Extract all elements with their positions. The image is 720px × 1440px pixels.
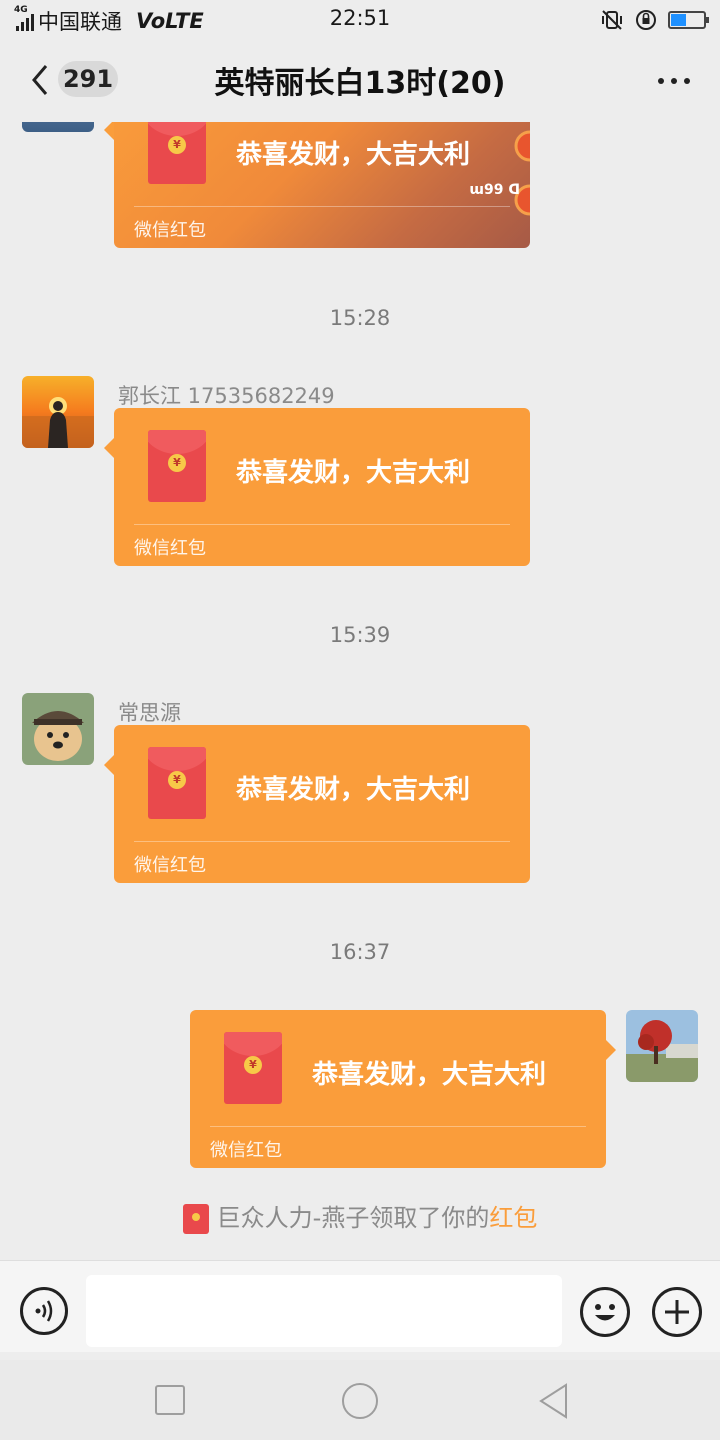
packet-wish: 恭喜发财，大吉大利: [236, 140, 471, 170]
cover-brand-mark: ɯ99 ᗡ: [469, 182, 520, 198]
packet-label: 微信红包: [210, 1140, 282, 1161]
vibrate-off-icon: [602, 10, 622, 30]
rotation-lock-icon: [636, 10, 656, 30]
battery-level: [671, 14, 687, 26]
input-bar: [0, 1260, 720, 1352]
sunset-avatar-icon: [22, 376, 94, 448]
timestamp: 15:28: [329, 306, 391, 330]
packet-wish: 恭喜发财，大吉大利: [236, 458, 471, 488]
timestamp: 16:37: [329, 940, 391, 964]
timestamp: 15:39: [329, 623, 391, 647]
divider: [134, 206, 510, 207]
recents-icon[interactable]: [155, 1385, 185, 1415]
packet-label: 微信红包: [134, 220, 206, 241]
packet-wish: 恭喜发财，大吉大利: [236, 775, 471, 805]
sender-name: 常思源: [118, 701, 181, 725]
red-envelope-icon: ¥: [148, 430, 206, 502]
chat-header: 291 英特丽长白13时(20): [0, 38, 720, 122]
cover-decoration-icon: [514, 130, 530, 216]
tree-avatar-icon: [626, 1010, 698, 1082]
page-title: 英特丽长白13时(20): [214, 66, 506, 101]
avatar[interactable]: [22, 693, 94, 765]
message-list[interactable]: ¥ 恭喜发财，大吉大利 ɯ99 ᗡ 微信红包 15:28 郭长江 1753568…: [0, 122, 720, 1260]
red-packet-message[interactable]: ¥ 恭喜发财，大吉大利 ɯ99 ᗡ 微信红包: [104, 122, 530, 248]
status-bar: 4G 中国联通 VoLTE 22:51: [0, 0, 720, 38]
red-packet-icon: [182, 1204, 209, 1234]
red-packet-message[interactable]: ¥ 恭喜发财，大吉大利 微信红包: [104, 408, 530, 566]
system-back-icon[interactable]: [536, 1382, 572, 1420]
divider: [134, 524, 510, 525]
red-envelope-icon: ¥: [148, 747, 206, 819]
message-input[interactable]: [86, 1275, 562, 1347]
red-envelope-icon: ¥: [224, 1032, 282, 1104]
avatar[interactable]: [22, 376, 94, 448]
sender-name: 郭长江 17535682249: [118, 384, 335, 408]
red-envelope-icon: ¥: [148, 122, 206, 184]
divider: [210, 1126, 586, 1127]
plus-icon[interactable]: [652, 1287, 702, 1337]
system-navigation-bar: [0, 1360, 720, 1440]
packet-wish: 恭喜发财，大吉大利: [312, 1060, 547, 1090]
red-packet-message[interactable]: ¥ 恭喜发财，大吉大利 微信红包: [190, 1010, 616, 1168]
dog-avatar-icon: [22, 693, 94, 765]
my-avatar[interactable]: [626, 1010, 698, 1082]
battery-icon: [668, 11, 709, 29]
voice-icon[interactable]: [20, 1287, 68, 1335]
divider: [134, 841, 510, 842]
red-packet-message[interactable]: ¥ 恭喜发财，大吉大利 微信红包: [104, 725, 530, 883]
system-notice-text: 巨众人力-燕子领取了你的: [216, 1204, 490, 1232]
packet-label: 微信红包: [134, 538, 206, 559]
packet-label: 微信红包: [134, 855, 206, 876]
home-icon[interactable]: [342, 1383, 378, 1419]
avatar[interactable]: [22, 122, 94, 132]
system-notice: 巨众人力-燕子领取了你的红包: [0, 1198, 720, 1234]
more-options-icon[interactable]: [658, 78, 690, 84]
emoji-icon[interactable]: [580, 1287, 630, 1337]
red-packet-link[interactable]: 红包: [489, 1204, 537, 1232]
